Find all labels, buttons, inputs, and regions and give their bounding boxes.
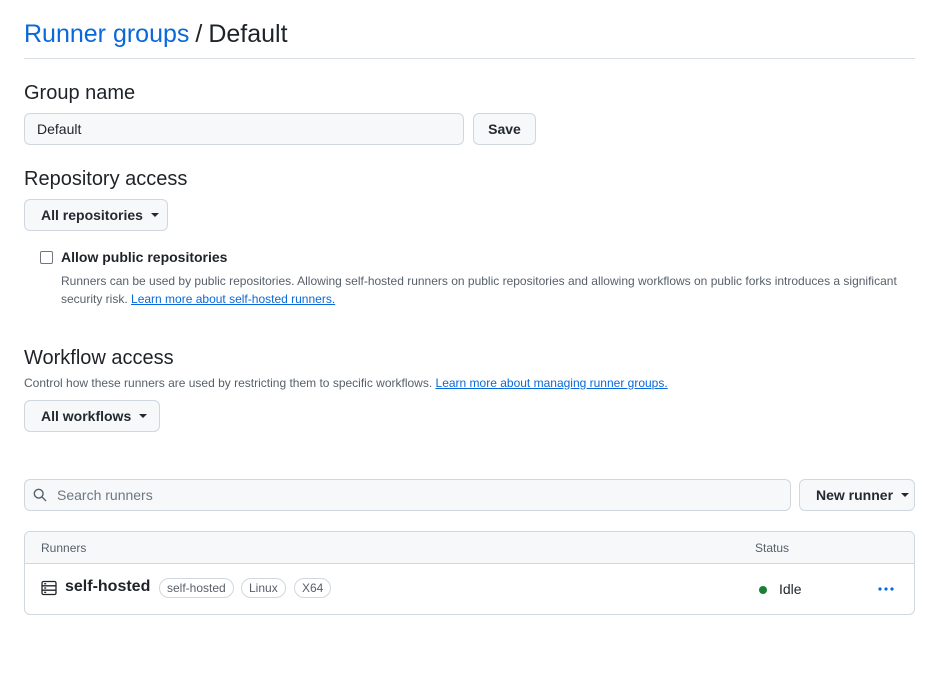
table-row: self-hosted self-hosted Linux X64 Idle <box>25 564 914 614</box>
allow-public-repositories-label[interactable]: Allow public repositories <box>61 249 227 265</box>
caret-down-icon <box>150 213 159 217</box>
caret-down-icon <box>139 414 148 418</box>
search-runners-placeholder: Search runners <box>57 487 153 503</box>
learn-more-self-hosted-runners-link[interactable]: Learn more about self-hosted runners. <box>131 292 335 306</box>
allow-public-repositories-checkbox[interactable] <box>40 251 53 264</box>
workflow-access-description: Control how these runners are used by re… <box>24 374 668 392</box>
runner-name-link[interactable]: self-hosted <box>65 578 150 596</box>
runner-label-self-hosted: self-hosted <box>159 578 234 598</box>
learn-more-managing-runner-groups-link[interactable]: Learn more about managing runner groups. <box>436 376 668 390</box>
breadcrumb-separator: / <box>195 20 203 48</box>
workflow-access-description-text: Control how these runners are used by re… <box>24 376 433 390</box>
group-name-input[interactable]: Default <box>24 113 464 145</box>
runners-table: Runners Status self-hosted self-hosted L… <box>24 531 915 615</box>
new-runner-label: New runner <box>816 487 894 503</box>
header-divider <box>24 58 915 59</box>
kebab-horizontal-icon[interactable] <box>877 581 895 597</box>
server-icon <box>41 580 57 596</box>
workflow-access-dropdown-label: All workflows <box>41 408 132 424</box>
status-indicator-dot <box>759 586 767 594</box>
runner-label-x64: X64 <box>294 578 332 598</box>
breadcrumb-current: Default <box>208 20 288 48</box>
workflow-access-heading: Workflow access <box>24 347 174 369</box>
runner-status: Idle <box>779 581 802 597</box>
save-button[interactable]: Save <box>473 113 536 145</box>
allow-public-repositories-description: Runners can be used by public repositori… <box>61 272 911 308</box>
new-runner-button[interactable]: New runner <box>799 479 915 511</box>
repository-access-dropdown-label: All repositories <box>41 207 143 223</box>
group-name-heading: Group name <box>24 82 136 104</box>
page-title: Runner groups / Default <box>24 18 288 50</box>
caret-down-icon <box>901 493 910 497</box>
column-header-status: Status <box>755 541 790 555</box>
breadcrumb-runner-groups-link[interactable]: Runner groups <box>24 20 189 48</box>
workflow-access-dropdown[interactable]: All workflows <box>24 400 160 432</box>
runner-label-linux: Linux <box>241 578 286 598</box>
column-header-runners: Runners <box>41 541 87 555</box>
repository-access-dropdown[interactable]: All repositories <box>24 199 168 231</box>
group-name-value: Default <box>37 121 82 137</box>
runners-table-header: Runners Status <box>25 532 914 564</box>
search-icon <box>33 488 47 502</box>
repository-access-heading: Repository access <box>24 168 188 190</box>
search-runners-input[interactable]: Search runners <box>24 479 791 511</box>
